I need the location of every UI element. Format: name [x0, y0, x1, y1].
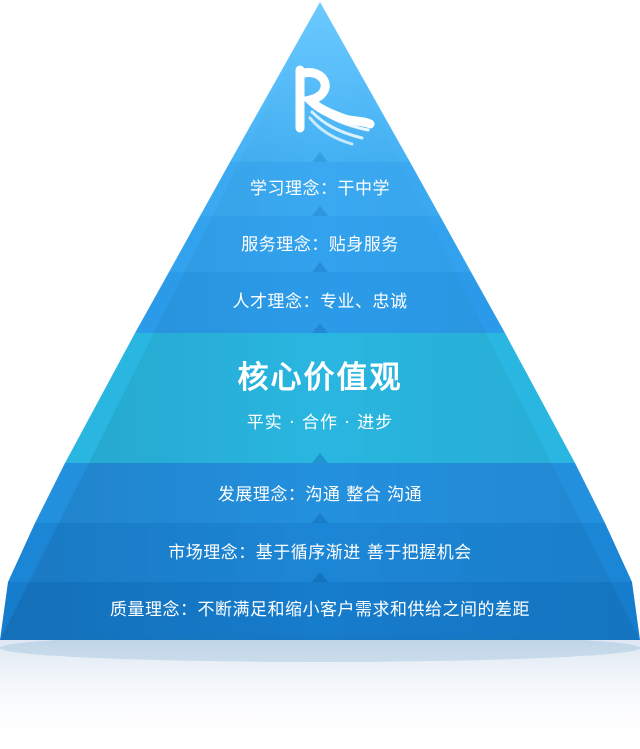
- tier-talent-label: 人才理念：专业、忠诚: [232, 292, 408, 312]
- core-values-subtitle: 平实 · 合作 · 进步: [246, 413, 394, 433]
- tier-learning-label: 学习理念：干中学: [250, 179, 390, 199]
- core-values-title: 核心价值观: [237, 360, 403, 396]
- tier-quality-label: 质量理念：不断满足和缩小客户需求和供给之间的差距: [110, 600, 530, 620]
- tier-service-label: 服务理念：贴身服务: [241, 235, 399, 255]
- tier-market-label: 市场理念：基于循序渐进 善于把握机会: [168, 543, 472, 563]
- tier-development-label: 发展理念：沟通 整合 沟通: [217, 485, 423, 505]
- pyramid-diagram: 学习理念：干中学 服务理念：贴身服务 人才理念：专业、忠诚 核心价值观 平实 ·…: [0, 0, 640, 749]
